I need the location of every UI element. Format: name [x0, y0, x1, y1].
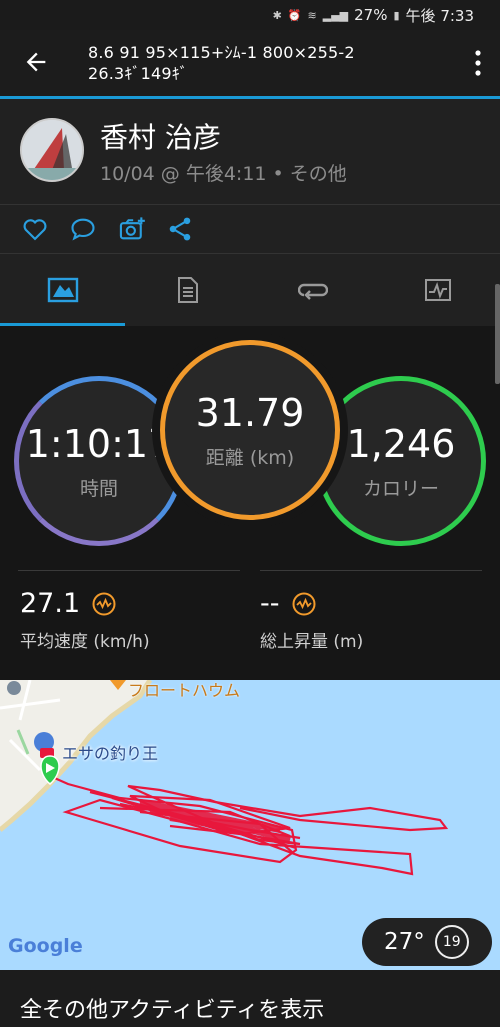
avg-speed-label: 平均速度 (km/h): [20, 632, 150, 652]
overview-icon: [47, 277, 78, 303]
comment-icon[interactable]: [69, 215, 97, 243]
tab-overview[interactable]: [0, 254, 125, 326]
battery-icon: ▮: [393, 8, 400, 22]
avatar[interactable]: [20, 118, 84, 182]
share-icon[interactable]: [166, 215, 194, 243]
speed-chart-icon[interactable]: [92, 592, 116, 616]
avg-speed-metric: 27.1 平均速度 (km/h): [20, 588, 150, 652]
distance-label: 距離 (km): [205, 446, 295, 469]
wifi-icon: ≋: [307, 8, 317, 22]
action-bar: [0, 205, 500, 253]
scrollbar[interactable]: [495, 284, 500, 384]
detail-tabs: [0, 254, 500, 326]
time-value: 1:10:17: [25, 421, 173, 466]
view-all-activities-link[interactable]: 全その他アクティビティを表示: [20, 992, 324, 1024]
total-ascent-metric: -- 総上昇量 (m): [260, 588, 363, 652]
divider: [18, 570, 240, 571]
battery-percent: 27%: [354, 6, 388, 24]
tab-details[interactable]: [125, 254, 250, 326]
time-label: 時間: [79, 477, 118, 500]
weather-temperature: 27°: [384, 929, 425, 955]
back-arrow-icon[interactable]: [22, 48, 50, 76]
calories-label: カロリー: [362, 477, 439, 500]
charts-icon: [424, 279, 451, 301]
details-list-icon: [177, 277, 198, 303]
clock: 午後 7:33: [405, 6, 474, 25]
laps-loop-icon: [297, 283, 328, 300]
activity-date: 10/04 @ 午後4:11 • その他: [100, 163, 347, 185]
calories-value: 1,246: [346, 421, 456, 466]
footer-bar[interactable]: 全その他アクティビティを表示: [0, 970, 500, 1027]
activity-header: 香村 治彦 10/04 @ 午後4:11 • その他: [0, 99, 500, 204]
tab-laps[interactable]: [250, 254, 375, 326]
distance-stat-circle: 31.79 距離 (km): [160, 340, 340, 520]
avg-speed-value: 27.1: [20, 588, 81, 619]
bluetooth-icon: ✱: [272, 8, 282, 22]
wind-speed-dial: 19: [434, 925, 469, 959]
total-ascent-value: --: [260, 588, 280, 619]
alarm-icon: ⏰: [287, 8, 302, 22]
weather-widget: 27° 19: [362, 918, 492, 966]
map-label-shop: エサの釣り王: [62, 744, 159, 763]
map-label-top: フロートハウム: [128, 681, 241, 700]
status-bar: ✱ ⏰ ≋ ▂▄▆ 27% ▮ 午後 7:33: [0, 0, 500, 30]
app-bar: 8.6 91 95×115+ｼﾑ-1 800×255-2 26.3ｷﾞ149ｷﾞ: [0, 30, 500, 98]
title-line-1: 8.6 91 95×115+ｼﾑ-1 800×255-2: [88, 43, 355, 62]
divider: [260, 570, 482, 571]
google-logo: Google: [8, 935, 83, 957]
user-name: 香村 治彦: [100, 121, 221, 154]
signal-icon: ▂▄▆: [322, 8, 349, 22]
ascent-chart-icon[interactable]: [292, 592, 316, 616]
time-stat-circle: 1:10:17 時間: [14, 376, 184, 546]
like-heart-icon[interactable]: [21, 215, 49, 243]
title-line-2: 26.3ｷﾞ149ｷﾞ: [88, 64, 188, 83]
total-ascent-label: 総上昇量 (m): [260, 632, 364, 652]
tab-charts[interactable]: [375, 254, 500, 326]
calories-stat-circle: 1,246 カロリー: [316, 376, 486, 546]
more-options-icon[interactable]: [474, 50, 482, 76]
activity-title: 8.6 91 95×115+ｼﾑ-1 800×255-2 26.3ｷﾞ149ｷﾞ: [88, 42, 355, 84]
distance-value: 31.79: [195, 390, 305, 435]
add-photo-camera-icon[interactable]: [118, 215, 146, 243]
